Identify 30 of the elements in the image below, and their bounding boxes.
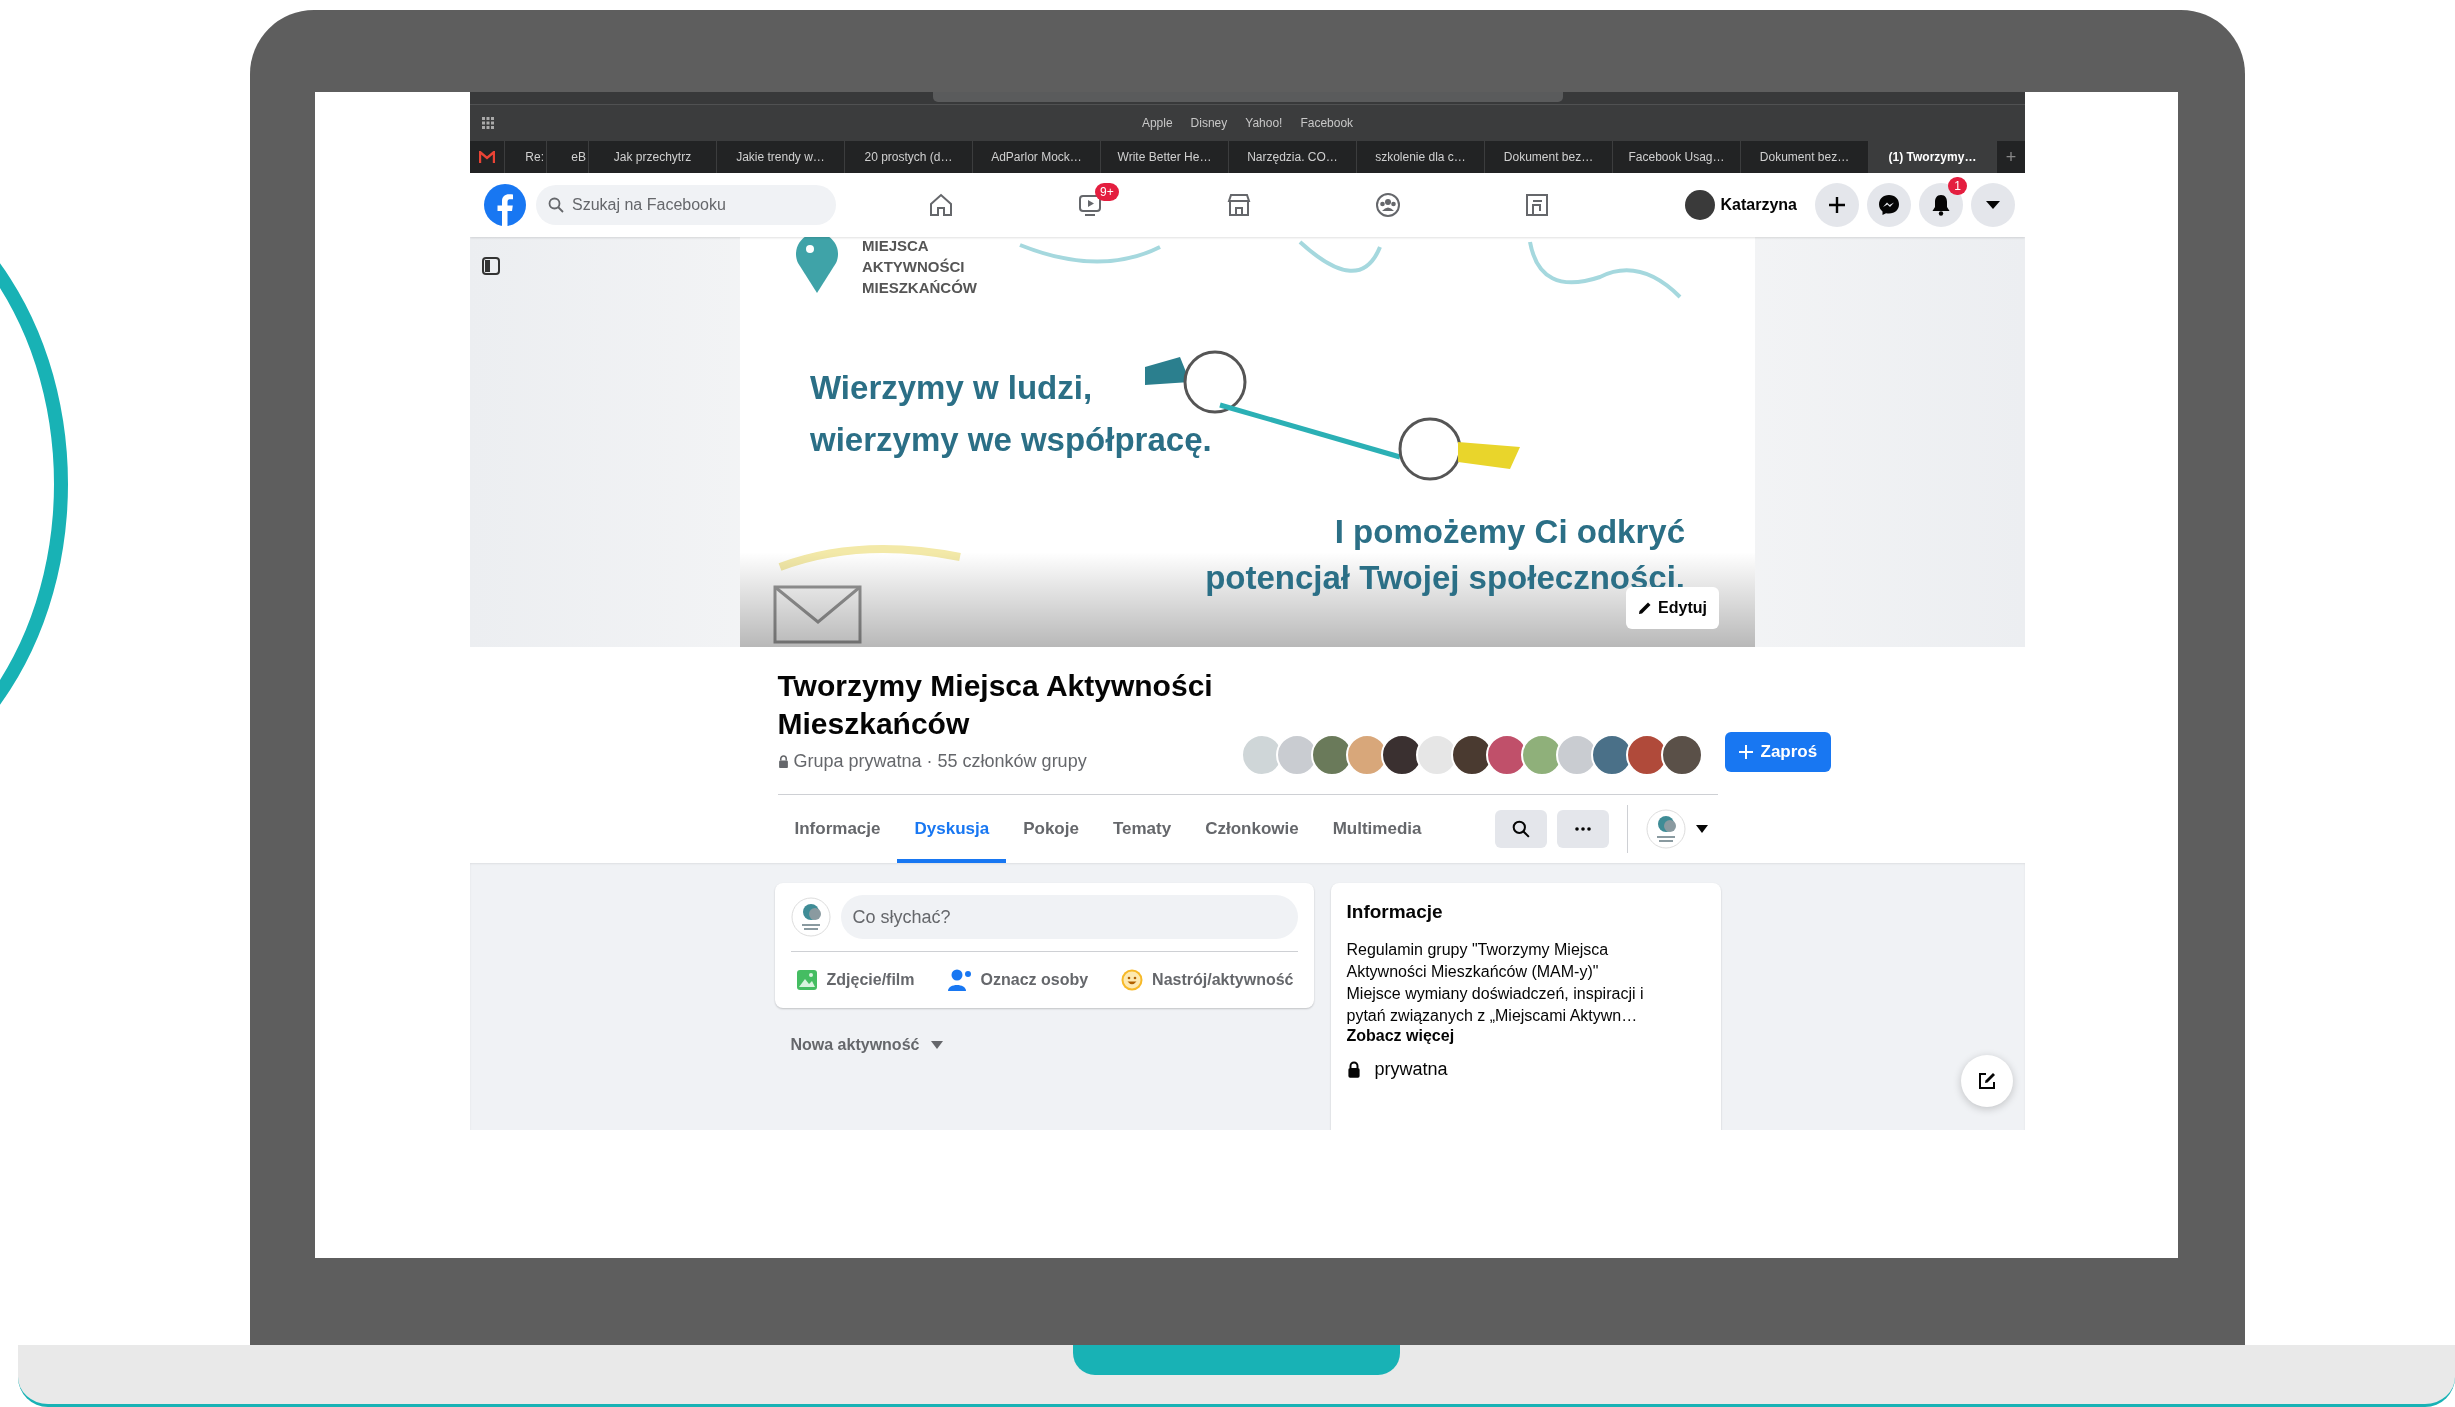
composer-action-button[interactable]: Oznacz osoby [942, 962, 1093, 998]
bookmark-link[interactable]: Facebook [1300, 116, 1354, 130]
invite-button[interactable]: Zaproś [1724, 732, 1832, 772]
sort-dropdown[interactable]: Nowa aktywność [790, 1036, 944, 1054]
notification-badge: 1 [1948, 177, 1967, 195]
group-tab[interactable]: Dyskusja [897, 795, 1007, 863]
group-privacy-text: Grupa prywatna · 55 członków grupy [793, 751, 1087, 772]
group-tab[interactable]: Multimedia [1315, 795, 1439, 863]
composer-action-button[interactable]: Zdjęcie/film [790, 962, 919, 998]
bookmark-link[interactable]: Disney [1190, 116, 1228, 130]
group-tab[interactable]: Pokoje [1006, 795, 1096, 863]
profile-button[interactable]: Katarzyna [1684, 190, 1797, 220]
cover-headline: Wierzymy w ludzi, wierzymy we współpracę. [810, 368, 1212, 460]
browser-tab[interactable]: (1) Tworzymy… [1868, 141, 1996, 173]
about-description: Regulamin grupy "Tworzymy Miejsca Aktywności Mieszkańców (MAM-y)" Miejsce wymiany doświadczeń, inspiracji i pytań związanych z „Miejscami Aktywn… [1346, 940, 1645, 1026]
post-input-field[interactable]: Co słychać? [840, 895, 1298, 939]
group-title: Tworzymy Miejsca Aktywności Mieszkańców [777, 668, 1214, 742]
group-tab[interactable]: Członkowie [1188, 795, 1316, 863]
privacy-label: prywatna [1374, 1059, 1448, 1080]
group-tab[interactable]: Informacje [777, 795, 898, 863]
search-field[interactable]: Szukaj na Facebooku [536, 185, 836, 225]
bookmark-link[interactable]: Yahoo! [1245, 116, 1283, 130]
group-tab[interactable]: Tematy [1095, 795, 1189, 863]
about-title: Informacje [1346, 901, 1444, 923]
logo-text: MIEJSCA AKTYWNOŚCI MIESZKAŃCÓW [862, 237, 977, 298]
notification-badge: 9+ [1095, 183, 1119, 201]
see-more-link[interactable]: Zobacz więcej [1346, 1027, 1455, 1045]
bookmark-link[interactable]: Apple [1141, 116, 1173, 130]
composer-action-button[interactable]: Nastrój/aktywność [1116, 962, 1298, 998]
edit-cover-button[interactable]: Edytuj [1626, 587, 1719, 629]
